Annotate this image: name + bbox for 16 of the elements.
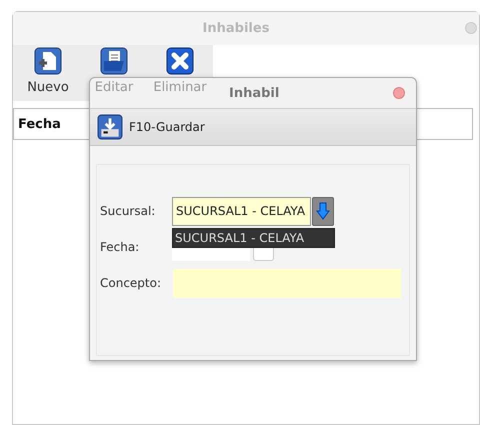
dropdown-button[interactable]: [312, 196, 334, 226]
toolbar-button[interactable]: Nuevo: [15, 45, 81, 101]
dropdown-option[interactable]: SUCURSAL1 - CELAYA: [173, 228, 334, 246]
dialog-title: Inhabil: [229, 86, 280, 100]
window-title: Inhabiles: [202, 21, 270, 36]
dropdown-field[interactable]: SUCURSAL1 - CELAYA: [172, 196, 311, 226]
new-document-icon: [34, 47, 62, 75]
down-arrow-icon: [316, 202, 330, 220]
text-field[interactable]: [172, 268, 401, 298]
column-header: Fecha: [18, 116, 61, 132]
folder-document-icon: [100, 47, 128, 75]
save-icon: [97, 114, 123, 140]
close-icon: [166, 47, 194, 75]
field-label: Sucursal:: [100, 204, 156, 218]
field-label: Fecha:: [100, 240, 140, 254]
field-label: Concepto:: [100, 276, 162, 290]
